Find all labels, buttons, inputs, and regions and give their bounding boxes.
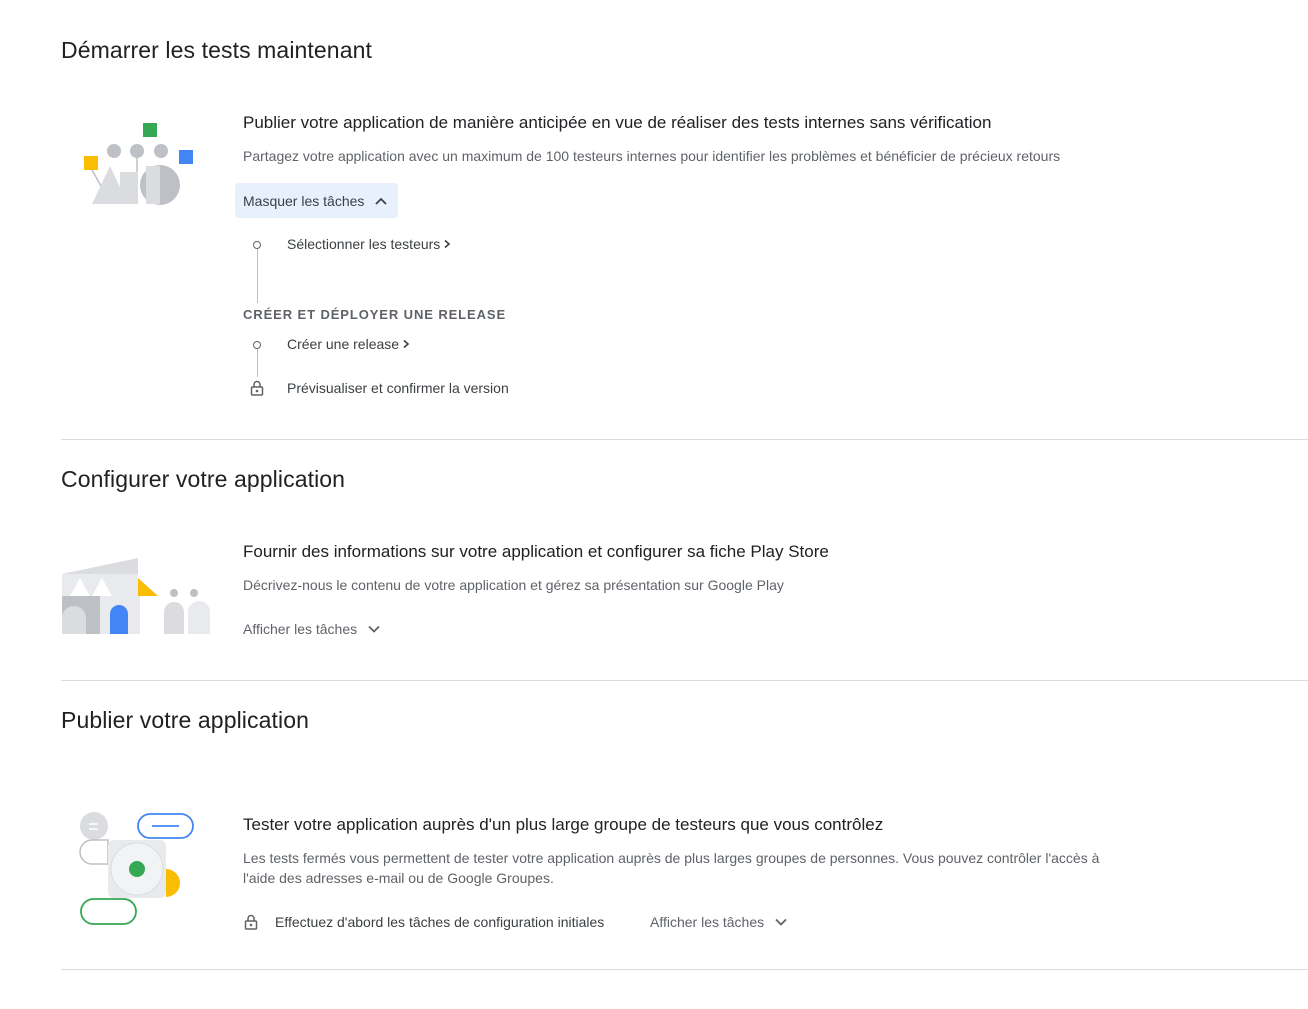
task-select-testers[interactable]: Sélectionner les testeurs — [287, 236, 451, 252]
task-preview-confirm-label: Prévisualiser et confirmer la version — [287, 380, 509, 396]
section-title-setup-app: Configurer votre application — [61, 466, 346, 492]
section-title-start-testing: Démarrer les tests maintenant — [61, 37, 372, 63]
task-status-dot — [253, 341, 261, 349]
task-status-dot — [253, 241, 261, 249]
chevron-up-icon — [375, 197, 388, 205]
section-divider — [61, 680, 1308, 681]
card-title-closed-testing: Tester votre application auprès d'un plu… — [243, 815, 884, 834]
task-connector-line — [257, 349, 258, 377]
lock-icon — [250, 380, 264, 396]
show-tasks-button-closed-testing[interactable]: Afficher les tâches — [650, 914, 788, 930]
chevron-down-icon — [775, 918, 787, 926]
card-description-closed-testing-line1: Les tests fermés vous permettent de test… — [243, 850, 1100, 866]
hide-tasks-label: Masquer les tâches — [243, 192, 365, 209]
closed-testing-illustration — [79, 812, 194, 925]
section-divider — [61, 969, 1308, 970]
show-tasks-label: Afficher les tâches — [650, 914, 765, 930]
store-listing-illustration — [62, 558, 210, 634]
task-connector-line — [257, 249, 258, 303]
hide-tasks-button[interactable]: Masquer les tâches — [235, 183, 399, 218]
lock-icon — [244, 914, 258, 930]
card-description-internal-testing: Partagez votre application avec un maxim… — [243, 148, 1061, 164]
internal-testing-illustration — [84, 123, 193, 205]
task-preview-confirm: Prévisualiser et confirmer la version — [287, 380, 509, 396]
chevron-right-icon — [403, 339, 410, 349]
locked-note: Effectuez d'abord les tâches de configur… — [275, 914, 604, 930]
task-select-testers-label: Sélectionner les testeurs — [287, 236, 441, 252]
task-group-label: CRÉER ET DÉPLOYER UNE RELEASE — [243, 307, 507, 322]
task-create-release[interactable]: Créer une release — [287, 336, 410, 352]
section-title-publish-app: Publier votre application — [61, 707, 309, 733]
card-title-internal-testing: Publier votre application de manière ant… — [243, 113, 992, 132]
chevron-right-icon — [444, 239, 451, 249]
card-description-store-listing: Décrivez-nous le contenu de votre applic… — [243, 577, 784, 593]
task-create-release-label: Créer une release — [287, 336, 400, 352]
card-title-store-listing: Fournir des informations sur votre appli… — [243, 542, 829, 561]
chevron-down-icon — [368, 625, 380, 633]
card-description-closed-testing-line2: l'aide des adresses e-mail ou de Google … — [243, 870, 554, 886]
section-divider — [61, 439, 1308, 440]
show-tasks-label: Afficher les tâches — [243, 621, 358, 637]
locked-note-label: Effectuez d'abord les tâches de configur… — [275, 914, 605, 930]
show-tasks-button[interactable]: Afficher les tâches — [243, 621, 381, 637]
